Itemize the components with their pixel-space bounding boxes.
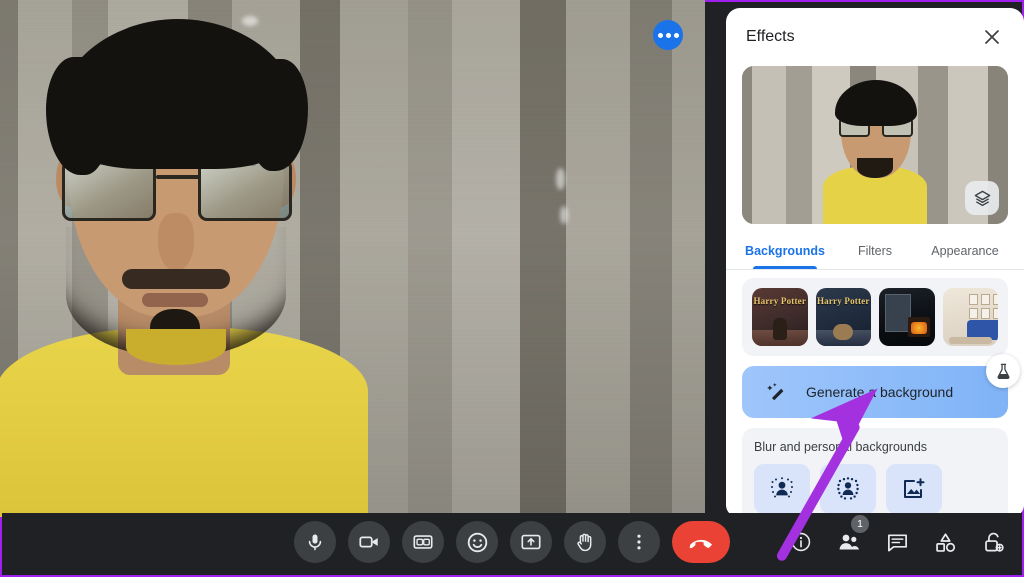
add-image-icon xyxy=(904,478,925,498)
more-options-button[interactable] xyxy=(618,521,660,563)
generate-a-background-button[interactable]: Generate a background xyxy=(742,366,1008,418)
background-thumb-living-room[interactable] xyxy=(942,288,998,346)
background-thumb-fireplace[interactable] xyxy=(879,288,935,346)
activities-shapes-icon xyxy=(935,532,955,552)
blur-section-title: Blur and personal backgrounds xyxy=(754,440,928,454)
video-more-options-button[interactable] xyxy=(653,20,683,50)
add-background-image-button[interactable] xyxy=(886,464,942,514)
thumb-caption: Harry Potter xyxy=(753,296,807,306)
closed-captions-icon xyxy=(413,535,433,549)
close-panel-button[interactable] xyxy=(976,21,1008,53)
raise-hand-button[interactable] xyxy=(564,521,606,563)
light-glint xyxy=(560,206,568,224)
activities-button[interactable] xyxy=(930,527,960,557)
chat-button[interactable] xyxy=(882,527,912,557)
participant-figure xyxy=(0,17,368,517)
blur-options-row xyxy=(754,464,996,514)
effects-tabs: Backgrounds Filters Appearance xyxy=(726,234,1024,269)
meeting-details-button[interactable] xyxy=(786,527,816,557)
layers-icon xyxy=(974,190,990,206)
people-count-badge: 1 xyxy=(851,515,869,533)
background-thumb-harry-potter-2[interactable]: Harry Potter xyxy=(815,288,871,346)
video-tile-self[interactable] xyxy=(0,0,705,517)
tab-appearance[interactable]: Appearance xyxy=(920,234,1010,269)
background-thumb-harry-potter-1[interactable]: Harry Potter xyxy=(752,288,808,346)
panel-title: Effects xyxy=(746,28,795,45)
close-icon xyxy=(985,30,999,44)
meet-stage: Effects Backgrounds Filters Appearance H… xyxy=(0,0,1024,575)
thumb-caption: Harry Potter xyxy=(816,296,870,306)
participant-lip xyxy=(142,293,208,307)
participant-hair xyxy=(46,19,308,175)
people-button[interactable]: 1 xyxy=(834,515,869,557)
slight-blur-icon xyxy=(771,477,793,498)
flask-experimental-icon xyxy=(997,363,1009,379)
more-horizontal-icon xyxy=(657,32,663,38)
tab-backgrounds[interactable]: Backgrounds xyxy=(740,234,830,269)
participant-moustache xyxy=(122,269,230,289)
effects-panel: Effects Backgrounds Filters Appearance H… xyxy=(726,8,1024,517)
self-view-preview[interactable] xyxy=(742,66,1008,224)
microphone-button[interactable] xyxy=(294,521,336,563)
blur-icon xyxy=(837,477,859,500)
layers-toggle-button[interactable] xyxy=(965,181,999,215)
generate-background-label: Generate a background xyxy=(806,384,954,400)
host-lock-icon xyxy=(984,532,1004,552)
full-blur-button[interactable] xyxy=(820,464,876,514)
more-horizontal-icon xyxy=(673,32,679,38)
background-thumbnails: Harry Potter Harry Potter xyxy=(752,288,998,346)
raise-hand-icon xyxy=(577,533,592,552)
camera-icon xyxy=(359,536,378,548)
emoji-smiley-icon xyxy=(467,532,487,552)
participant-collar xyxy=(126,329,226,365)
blur-and-personal-backgrounds-card: Blur and personal backgrounds xyxy=(742,428,1008,517)
tab-filters[interactable]: Filters xyxy=(830,234,920,269)
more-horizontal-icon xyxy=(665,32,671,38)
microphone-icon xyxy=(308,534,322,551)
generate-background-wrap: Generate a background xyxy=(742,354,1020,418)
more-vertical-icon xyxy=(637,534,641,550)
host-controls-button[interactable] xyxy=(978,527,1008,557)
people-icon xyxy=(839,534,859,550)
present-screen-button[interactable] xyxy=(510,521,552,563)
magic-wand-icon xyxy=(767,383,784,401)
light-glint xyxy=(556,168,565,190)
camera-button[interactable] xyxy=(348,521,390,563)
present-screen-icon xyxy=(521,534,541,550)
leave-call-button[interactable] xyxy=(672,521,730,563)
tabs-divider xyxy=(726,269,1024,270)
backgrounds-card: Harry Potter Harry Potter xyxy=(742,278,1008,356)
participant-nose xyxy=(158,213,194,271)
bottom-toolbar: 1 xyxy=(2,513,1022,575)
end-call-icon xyxy=(689,539,713,549)
info-icon xyxy=(791,532,811,552)
captions-button[interactable] xyxy=(402,521,444,563)
right-toolbar-controls: 1 xyxy=(786,515,1008,557)
experimental-flask-badge[interactable] xyxy=(986,354,1020,388)
slight-blur-button[interactable] xyxy=(754,464,810,514)
emoji-reactions-button[interactable] xyxy=(456,521,498,563)
effects-panel-header: Effects xyxy=(726,8,1024,66)
chat-icon xyxy=(887,533,907,552)
self-view-figure xyxy=(815,74,935,224)
